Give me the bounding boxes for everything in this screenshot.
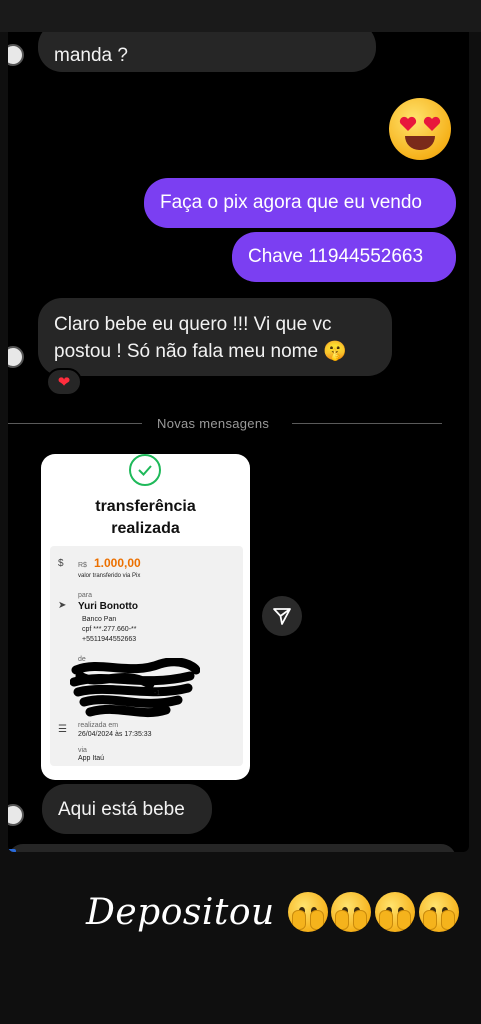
message-outgoing: Chave 11944552663 [232, 232, 456, 282]
new-messages-divider: Novas mensagens [157, 416, 270, 431]
amount: 1.000,00 [94, 556, 141, 570]
message-text: Faça o pix agora que eu vendo [160, 192, 422, 213]
message-incoming: Claro bebe eu quero !!! Vi que vc postou… [38, 298, 392, 376]
redaction-scribble [70, 658, 200, 718]
avatar[interactable] [8, 44, 24, 66]
send-icon: ➤ [58, 600, 67, 611]
message-text: Chave 11944552663 [248, 246, 424, 267]
recipient-cpf: cpf ***.277.660-** [82, 626, 137, 633]
date-label: realizada em [78, 722, 119, 729]
currency: R$ [78, 562, 87, 569]
message-text-line: Claro bebe eu quero !!! Vi que vc [54, 314, 332, 335]
from-partial: -1 [154, 690, 161, 697]
hand-over-mouth-emoji [419, 892, 459, 932]
receipt-title: transferência realizada [95, 498, 196, 537]
heart-icon [399, 116, 417, 131]
divider-line [8, 423, 142, 424]
message-text-line: postou ! Só não fala meu nome 🤫 [54, 341, 347, 362]
hand-over-mouth-emoji [288, 892, 328, 932]
date-value: 26/04/2024 às 17:35:33 [78, 731, 152, 738]
hand-over-mouth-emoji [331, 892, 371, 932]
heart-icon [423, 116, 441, 131]
chat-screenshot: manda ? Faça o pix agora que eu vendo Ch… [8, 32, 469, 852]
mouth [405, 136, 435, 150]
message-incoming-partial [8, 844, 456, 852]
recipient-name: Yuri Bonotto [78, 601, 138, 612]
money-icon: $ [58, 558, 64, 569]
message-incoming: Aqui está bebe [42, 784, 212, 834]
heart-icon: ❤ [57, 374, 71, 391]
story-caption-area [0, 852, 481, 1024]
recipient-bank: Banco Pan [82, 616, 117, 623]
pix-receipt-image[interactable]: transferência realizada $ R$ 1.000,00 va… [41, 454, 250, 780]
amount-caption: valor transferido via Pix [78, 573, 141, 579]
list-icon: ☰ [58, 724, 67, 735]
heart-reaction[interactable]: ❤ [46, 368, 82, 396]
message-outgoing: Faça o pix agora que eu vendo [144, 178, 456, 228]
message-incoming: manda ? [38, 32, 376, 72]
recipient-key: +5511944552663 [82, 636, 137, 643]
receipt-details: $ R$ 1.000,00 valor transferido via Pix … [50, 546, 243, 766]
send-icon [273, 608, 291, 625]
message-text: manda ? [54, 45, 128, 66]
via-value: App Itaú [78, 755, 105, 762]
to-label: para [78, 592, 93, 599]
avatar[interactable] [8, 804, 24, 826]
via-label: via [78, 747, 87, 754]
story-top-bar [0, 0, 481, 32]
divider-line [292, 423, 442, 424]
heart-eyes-emoji [389, 98, 451, 160]
share-button[interactable] [262, 596, 302, 636]
avatar[interactable] [8, 346, 24, 368]
message-text: Aqui está bebe [58, 799, 185, 820]
hand-over-mouth-emoji [375, 892, 415, 932]
story-caption-text: Depositou [86, 892, 275, 933]
check-icon [129, 454, 161, 486]
